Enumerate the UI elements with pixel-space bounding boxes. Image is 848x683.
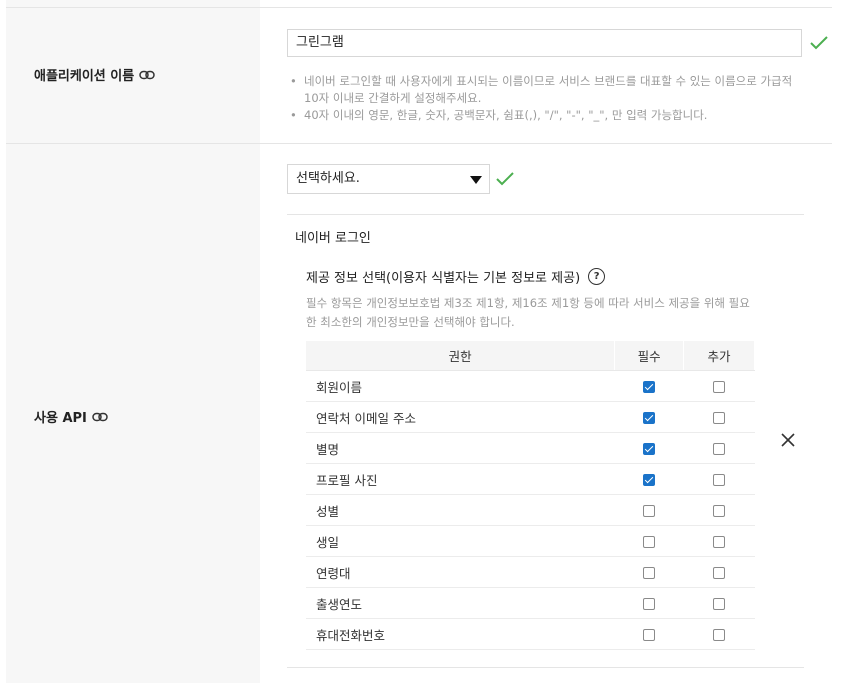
table-row: 연락처 이메일 주소 xyxy=(306,401,755,433)
additional-checkbox[interactable] xyxy=(713,381,726,393)
provide-info-desc: 필수 항목은 개인정보보호법 제3조 제1항, 제16조 제1항 등에 따라 서… xyxy=(306,296,750,329)
close-icon[interactable] xyxy=(780,432,796,448)
required-cell xyxy=(614,618,684,650)
link-icon xyxy=(139,70,155,79)
table-row: 회원이름 xyxy=(306,370,755,402)
chevron-down-icon xyxy=(470,176,482,184)
api-select[interactable]: 선택하세요. xyxy=(287,164,490,194)
required-checkbox[interactable] xyxy=(643,505,656,517)
required-checkbox[interactable] xyxy=(643,474,656,486)
divider xyxy=(287,214,804,215)
permission-name: 휴대전화번호 xyxy=(306,618,615,650)
permission-name: 성별 xyxy=(306,494,615,526)
check-icon xyxy=(496,172,514,186)
table-row: 출생연도 xyxy=(306,587,755,619)
naver-login-title: 네이버 로그인 xyxy=(295,231,371,246)
header-required: 필수 xyxy=(614,341,685,371)
additional-cell xyxy=(683,525,755,557)
table-row: 프로필 사진 xyxy=(306,463,755,495)
provide-info-title-text: 제공 정보 선택(이용자 식별자는 기본 정보로 제공) xyxy=(306,271,581,286)
app-name-label-text: 애플리케이션 이름 xyxy=(34,69,135,84)
help-item: 네이버 로그인할 때 사용자에게 표시되는 이름이므로 서비스 브랜드를 대표할… xyxy=(289,73,809,107)
additional-cell xyxy=(683,494,755,526)
required-cell xyxy=(614,463,684,495)
help-item: 40자 이내의 영문, 한글, 숫자, 공백문자, 쉼표(,), "/", "-… xyxy=(289,107,809,124)
permission-name: 회원이름 xyxy=(306,370,615,402)
permission-name: 생일 xyxy=(306,525,615,557)
table-row: 별명 xyxy=(306,432,755,464)
divider xyxy=(6,143,832,144)
additional-checkbox[interactable] xyxy=(713,598,726,610)
required-cell xyxy=(614,401,684,433)
required-cell xyxy=(614,370,684,402)
table-row: 연령대 xyxy=(306,556,755,588)
app-name-input[interactable]: 그린그램 xyxy=(287,29,802,57)
app-name-help-list: 네이버 로그인할 때 사용자에게 표시되는 이름이므로 서비스 브랜드를 대표할… xyxy=(289,73,809,124)
required-cell xyxy=(614,432,684,464)
header-permission: 권한 xyxy=(306,341,616,371)
additional-cell xyxy=(683,587,755,619)
provide-info-title: 제공 정보 선택(이용자 식별자는 기본 정보로 제공) ? xyxy=(306,267,606,286)
label-column xyxy=(6,0,260,683)
required-checkbox[interactable] xyxy=(643,536,656,548)
additional-cell xyxy=(683,618,755,650)
permission-name: 출생연도 xyxy=(306,587,615,619)
additional-checkbox[interactable] xyxy=(713,474,726,486)
required-checkbox[interactable] xyxy=(643,381,656,393)
required-checkbox[interactable] xyxy=(643,567,656,579)
divider xyxy=(6,7,832,8)
additional-cell xyxy=(683,370,755,402)
required-cell xyxy=(614,587,684,619)
additional-checkbox[interactable] xyxy=(713,443,726,455)
table-row: 성별 xyxy=(306,494,755,526)
additional-cell xyxy=(683,432,755,464)
additional-checkbox[interactable] xyxy=(713,505,726,517)
check-icon xyxy=(810,36,828,50)
api-select-value: 선택하세요. xyxy=(296,171,360,186)
table-header-row: 권한 필수 추가 xyxy=(306,341,755,371)
additional-cell xyxy=(683,401,755,433)
permission-name: 연락처 이메일 주소 xyxy=(306,401,615,433)
permission-name: 프로필 사진 xyxy=(306,463,615,495)
api-label: 사용 API xyxy=(34,407,108,426)
additional-checkbox[interactable] xyxy=(713,412,726,424)
required-checkbox[interactable] xyxy=(643,412,656,424)
permission-table: 권한 필수 추가 회원이름 연락처 이메일 주소 별명 프로필 사진 성별 생일 연령대 출생… xyxy=(306,341,755,650)
additional-checkbox[interactable] xyxy=(713,567,726,579)
table-row: 생일 xyxy=(306,525,755,557)
additional-checkbox[interactable] xyxy=(713,536,726,548)
header-additional: 추가 xyxy=(683,341,755,371)
permission-name: 별명 xyxy=(306,432,615,464)
link-icon xyxy=(92,412,108,421)
help-icon[interactable]: ? xyxy=(588,268,606,285)
required-checkbox[interactable] xyxy=(643,443,656,455)
divider xyxy=(287,667,804,668)
additional-checkbox[interactable] xyxy=(713,629,726,641)
table-row: 휴대전화번호 xyxy=(306,618,755,650)
api-label-text: 사용 API xyxy=(34,411,87,426)
app-name-label: 애플리케이션 이름 xyxy=(34,65,155,84)
required-cell xyxy=(614,525,684,557)
required-checkbox[interactable] xyxy=(643,598,656,610)
additional-cell xyxy=(683,463,755,495)
required-cell xyxy=(614,556,684,588)
required-cell xyxy=(614,494,684,526)
additional-cell xyxy=(683,556,755,588)
required-checkbox[interactable] xyxy=(643,629,656,641)
permission-name: 연령대 xyxy=(306,556,615,588)
